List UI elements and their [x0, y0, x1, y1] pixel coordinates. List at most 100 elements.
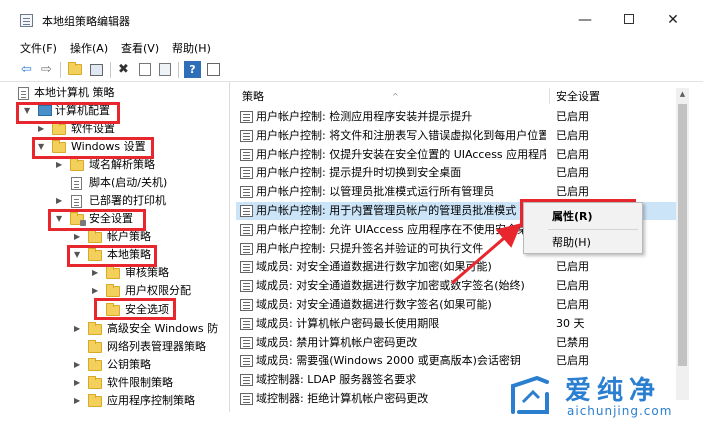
expand-arrow-icon[interactable]: ▶: [56, 192, 62, 210]
show-hide-tree-button[interactable]: [88, 61, 105, 78]
context-menu-properties[interactable]: 属性(R): [526, 207, 640, 227]
policy-item-icon: [240, 280, 253, 293]
policy-name: 用户帐户控制: 提示提升时切换到安全桌面: [256, 166, 462, 180]
policy-item-icon: [240, 261, 253, 274]
expand-arrow-icon[interactable]: ▶: [74, 320, 80, 338]
folder-icon: [106, 284, 120, 297]
policy-row[interactable]: 用户帐户控制: 将文件和注册表写入错误虚拟化到每用户位置 已启用: [236, 127, 676, 145]
up-folder-button[interactable]: [66, 61, 83, 78]
policy-setting-value: 已启用: [556, 166, 589, 180]
watermark: 爱纯净 aichunjing.com: [507, 370, 699, 422]
policy-row[interactable]: 域成员: 对安全通道数据进行数字加密(如果可能) 已启用: [236, 258, 676, 276]
policy-setting-value: 已启用: [556, 279, 589, 293]
app-icon: [20, 14, 33, 27]
policy-setting-value: 30 天: [556, 316, 585, 330]
context-menu-separator: [548, 229, 638, 230]
folder-icon: [88, 248, 102, 261]
policy-scroll-thumb[interactable]: [678, 104, 687, 366]
menu-action[interactable]: 操作(A): [70, 40, 108, 56]
toolbar-separator: [110, 62, 111, 78]
folder-icon: [88, 340, 102, 353]
title-bar: 本地组策略编辑器 — ✕: [0, 0, 703, 38]
menu-help[interactable]: 帮助(H): [172, 40, 211, 56]
back-button[interactable]: ⇦: [18, 61, 35, 78]
collapse-arrow-icon[interactable]: ▼: [24, 102, 30, 120]
policy-item-icon: [240, 186, 253, 199]
delete-button[interactable]: ✖: [115, 61, 132, 78]
policy-name: 域控制器: 拒绝计算机帐户密码更改: [256, 392, 429, 405]
menu-view[interactable]: 查看(V): [121, 40, 159, 56]
expand-arrow-icon[interactable]: ▶: [74, 228, 80, 246]
toolbar: ⇦ ⇨ ✖ ?: [0, 58, 703, 82]
context-menu: 属性(R) 帮助(H): [523, 202, 643, 254]
policy-name: 用户帐户控制: 用于内置管理员帐户的管理员批准模式: [256, 204, 517, 217]
policy-scrollbar[interactable]: ▲: [676, 88, 689, 400]
window-title: 本地组策略编辑器: [42, 15, 130, 28]
expand-arrow-icon[interactable]: ▶: [74, 356, 80, 374]
policy-item-icon: [240, 129, 253, 142]
policy-item-icon: [240, 355, 253, 368]
policy-row[interactable]: 域成员: 禁用计算机帐户密码更改 已禁用: [236, 334, 676, 352]
script-icon: [71, 177, 82, 190]
policy-item-icon: [240, 393, 253, 405]
maximize-button[interactable]: [610, 8, 648, 32]
folder-icon: [88, 376, 102, 389]
policy-setting-value: 已启用: [556, 260, 589, 274]
expand-arrow-icon[interactable]: ▶: [92, 282, 98, 300]
context-menu-help[interactable]: 帮助(H): [526, 233, 640, 253]
toolbar-separator: [178, 62, 179, 78]
action-pane-icon: [207, 63, 220, 76]
policy-name: 域控制器: LDAP 服务器签名要求: [256, 373, 417, 387]
expand-arrow-icon[interactable]: ▶: [74, 374, 80, 392]
help-button[interactable]: ?: [184, 61, 201, 78]
policy-row[interactable]: 域成员: 需要强(Windows 2000 或更高版本)会话密钥 已启用: [236, 352, 676, 370]
collapse-arrow-icon[interactable]: ▼: [38, 138, 44, 156]
policy-row[interactable]: 用户帐户控制: 检测应用程序安装并提示提升 已启用: [236, 108, 676, 126]
export-list-button[interactable]: [156, 61, 173, 78]
show-action-pane-button[interactable]: [205, 61, 222, 78]
policy-row[interactable]: 用户帐户控制: 提示提升时切换到安全桌面 已启用: [236, 164, 676, 182]
policy-item-icon: [240, 223, 253, 236]
console-tree-icon: [90, 63, 103, 76]
collapse-arrow-icon[interactable]: ▼: [56, 210, 62, 228]
policy-setting-value: 已禁用: [556, 335, 589, 349]
policy-name: 域成员: 对安全通道数据进行数字加密或数字签名(始终): [256, 279, 525, 293]
export-icon: [158, 63, 171, 76]
toolbar-separator: [60, 62, 61, 78]
expand-arrow-icon[interactable]: ▶: [92, 264, 98, 282]
column-header-policy[interactable]: 策略 ^: [242, 87, 542, 107]
properties-icon: [138, 63, 151, 76]
menu-file[interactable]: 文件(F): [20, 40, 57, 56]
column-header-security-setting[interactable]: 安全设置: [556, 87, 600, 107]
folder-up-icon: [67, 62, 82, 75]
sort-arrow-icon: ^: [392, 92, 399, 101]
scroll-up-icon[interactable]: ▲: [676, 88, 689, 100]
expand-arrow-icon[interactable]: ▶: [74, 392, 80, 410]
policy-setting-value: 已启用: [556, 185, 589, 199]
close-button[interactable]: ✕: [654, 8, 692, 32]
expand-arrow-icon[interactable]: ▶: [38, 120, 44, 138]
forward-button[interactable]: ⇨: [38, 61, 55, 78]
policy-row[interactable]: 用户帐户控制: 仅提升安装在安全位置的 UIAccess 应用程序 已启用: [236, 146, 676, 164]
policy-name: 用户帐户控制: 将文件和注册表写入错误虚拟化到每用户位置: [256, 128, 546, 142]
column-divider[interactable]: [549, 88, 550, 104]
policy-item-icon: [240, 148, 253, 161]
minimize-button[interactable]: —: [566, 8, 604, 32]
collapse-arrow-icon[interactable]: ▼: [74, 246, 80, 264]
folder-icon: [88, 358, 102, 371]
policy-row[interactable]: 域成员: 对安全通道数据进行数字签名(如果可能) 已启用: [236, 296, 676, 314]
folder-icon: [88, 394, 102, 407]
policy-row[interactable]: 用户帐户控制: 以管理员批准模式运行所有管理员 已启用: [236, 183, 676, 201]
folder-icon: [106, 303, 120, 316]
policy-row[interactable]: 域成员: 对安全通道数据进行数字加密或数字签名(始终) 已启用: [236, 277, 676, 295]
policy-row[interactable]: 域成员: 计算机帐户密码最长使用期限 30 天: [236, 315, 676, 333]
computer-icon: [38, 105, 52, 116]
policy-item-icon: [240, 317, 253, 330]
policy-name: 用户帐户控制: 只提升签名并验证的可执行文件: [256, 241, 484, 255]
security-folder-icon: [70, 212, 86, 226]
properties-button[interactable]: [136, 61, 153, 78]
expand-arrow-icon[interactable]: ▶: [56, 156, 62, 174]
maximize-icon: [624, 14, 634, 24]
policy-setting-value: 已启用: [556, 354, 589, 368]
folder-icon: [70, 158, 84, 171]
